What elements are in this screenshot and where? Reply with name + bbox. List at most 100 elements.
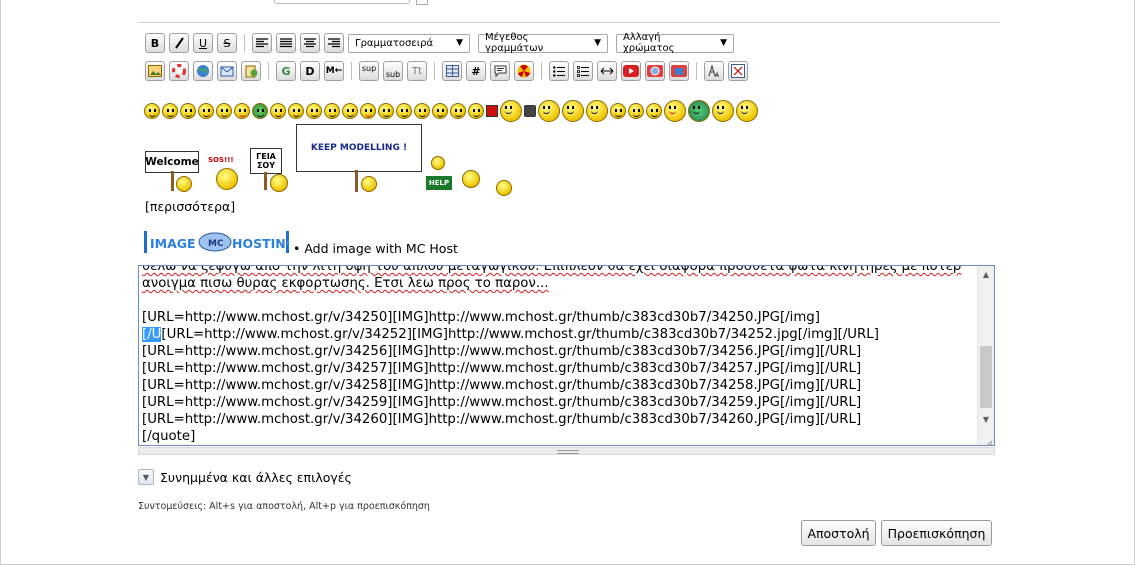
video-button[interactable] <box>645 61 665 81</box>
insert-quote-button[interactable] <box>490 61 510 81</box>
message-textarea[interactable]: θελω να ξεφυγω απο την λιτη οψη του απλο… <box>138 265 995 446</box>
media-button[interactable] <box>669 61 689 81</box>
smiley-face <box>361 176 377 192</box>
smiley-sleepy-icon[interactable] <box>496 180 512 196</box>
scrollbar-thumb[interactable] <box>980 346 992 408</box>
keep-modelling-sign-icon[interactable]: KEEP MODELLING ! <box>296 124 422 194</box>
m-button[interactable]: M← <box>324 61 344 81</box>
preview-button[interactable]: Προεπισκόπηση <box>881 520 992 546</box>
font-color-select[interactable]: Αλλαγή χρώματος ▼ <box>616 32 734 54</box>
red-arrow-icon[interactable] <box>486 105 498 117</box>
youtube-button[interactable] <box>621 61 641 81</box>
nuclear-icon <box>517 64 531 78</box>
double-arrow-icon <box>600 67 614 75</box>
smiley-wink-icon[interactable] <box>270 103 286 119</box>
top-checkbox[interactable] <box>416 0 428 5</box>
sos-smiley-icon[interactable]: SOS!!! <box>206 156 240 192</box>
arrow-right-icon[interactable] <box>450 103 466 119</box>
welcome-sign-icon[interactable]: Welcome <box>144 124 202 194</box>
submit-button[interactable]: Αποστολή <box>801 520 876 546</box>
resize-grip-icon[interactable] <box>983 434 993 445</box>
google-button[interactable]: G <box>276 61 296 81</box>
insert-email-button[interactable] <box>217 61 237 81</box>
sign-stick <box>355 170 358 192</box>
smiley-pointing-icon[interactable] <box>562 100 584 122</box>
exclamation-icon[interactable] <box>414 103 430 119</box>
insert-special-button[interactable] <box>169 61 189 81</box>
insert-table-button[interactable] <box>442 61 462 81</box>
smiley-shock-icon[interactable] <box>378 103 394 119</box>
insert-code-button[interactable]: # <box>466 61 486 81</box>
smiley-angel-icon[interactable] <box>736 100 758 122</box>
help-smiley-icon[interactable]: HELP <box>424 152 454 194</box>
smiley-group-icon[interactable] <box>610 103 626 119</box>
smiley-teeth-icon[interactable] <box>252 103 268 119</box>
smiley-confused-icon[interactable] <box>324 103 340 119</box>
align-left-button[interactable] <box>252 33 272 53</box>
italic-button[interactable] <box>169 33 189 53</box>
add-image-mc-host-link[interactable]: • Add image with MC Host <box>293 241 458 256</box>
horizontal-rule-button[interactable] <box>597 61 617 81</box>
numbered-list-button[interactable] <box>573 61 593 81</box>
bold-button[interactable]: B <box>145 33 165 53</box>
geia-sou-sign-icon[interactable]: ΓΕΙΑ ΣΟΥ <box>246 144 294 196</box>
font-size-select[interactable]: Μέγεθος γραμμάτων ▼ <box>478 32 608 54</box>
align-right-button[interactable] <box>324 33 344 53</box>
font-family-select[interactable]: Γραμματοσειρά ▼ <box>348 33 470 53</box>
align-justify-button[interactable] <box>276 33 296 53</box>
top-text-input[interactable] <box>274 0 410 4</box>
attachments-label[interactable]: Συνημμένα και άλλες επιλογές <box>160 470 352 485</box>
smiley-surprised-icon[interactable] <box>306 103 322 119</box>
strikethrough-button[interactable]: S <box>217 33 237 53</box>
arrow-down-icon[interactable] <box>468 103 484 119</box>
smiley-eating-icon[interactable] <box>500 100 522 122</box>
toolbar-separator <box>351 62 352 80</box>
smiley-laugh-icon[interactable] <box>216 103 232 119</box>
more-smilies-link[interactable]: [περισσότερα] <box>145 199 235 214</box>
smiley-neutral-icon[interactable] <box>396 103 412 119</box>
toolbar-separator <box>434 62 435 80</box>
d-button[interactable]: D <box>300 61 320 81</box>
mc-host-logo[interactable]: IMAGE MC HOSTING <box>144 229 296 255</box>
font-case-button[interactable]: A <box>704 61 724 81</box>
smiley-angry-icon[interactable] <box>360 103 376 119</box>
bullet-list-button[interactable] <box>549 61 569 81</box>
underline-button[interactable]: U <box>193 33 213 53</box>
smiley-alien-icon[interactable] <box>688 100 710 122</box>
editor-line: [/quote] <box>142 429 196 444</box>
smiley-cool-icon[interactable] <box>198 103 214 119</box>
smiley-shouting-icon[interactable] <box>664 100 686 122</box>
superscript-button[interactable]: sup <box>359 61 379 81</box>
smiley-devil-icon[interactable] <box>234 103 250 119</box>
remove-format-button[interactable] <box>728 61 748 81</box>
smiley-juggle-icon[interactable] <box>712 100 734 122</box>
help-sign-text: HELP <box>426 176 452 190</box>
expand-chevron-icon[interactable]: ▼ <box>138 469 154 485</box>
smiley-smile-icon[interactable] <box>162 103 178 119</box>
insert-image-button[interactable] <box>145 61 165 81</box>
smiley-sad-icon[interactable] <box>342 103 358 119</box>
scroll-down-arrow-icon[interactable]: ▼ <box>978 411 994 427</box>
smiley-graduate-icon[interactable] <box>538 100 560 122</box>
smiley-group3-icon[interactable] <box>646 103 662 119</box>
editor-resize-bar[interactable] <box>138 447 995 455</box>
align-center-button[interactable] <box>300 33 320 53</box>
insert-link-button[interactable] <box>193 61 213 81</box>
insert-attachment-button[interactable] <box>241 61 261 81</box>
smiley-wave-icon[interactable] <box>288 103 304 119</box>
smiley-idea-icon[interactable] <box>460 160 484 190</box>
smiley-happy-icon[interactable] <box>180 103 196 119</box>
smiley-face <box>462 170 480 188</box>
teletype-button[interactable]: Tt <box>407 61 427 81</box>
geia-sign-text: ΓΕΙΑ ΣΟΥ <box>250 148 282 174</box>
editor-line: θελω να ξεφυγω απο την λιτη οψη του απλο… <box>142 265 962 274</box>
smiley-thinking-icon[interactable] <box>586 100 608 122</box>
subscript-button[interactable]: sub <box>383 61 403 81</box>
speaker-icon[interactable] <box>524 105 536 117</box>
spoiler-button[interactable] <box>514 61 534 81</box>
smiley-group2-icon[interactable] <box>628 103 644 119</box>
editor-scrollbar[interactable]: ▲ ▼ <box>977 266 994 445</box>
scroll-up-arrow-icon[interactable]: ▲ <box>978 266 994 282</box>
smiley-grin-icon[interactable] <box>144 103 160 119</box>
question-icon[interactable] <box>432 103 448 119</box>
